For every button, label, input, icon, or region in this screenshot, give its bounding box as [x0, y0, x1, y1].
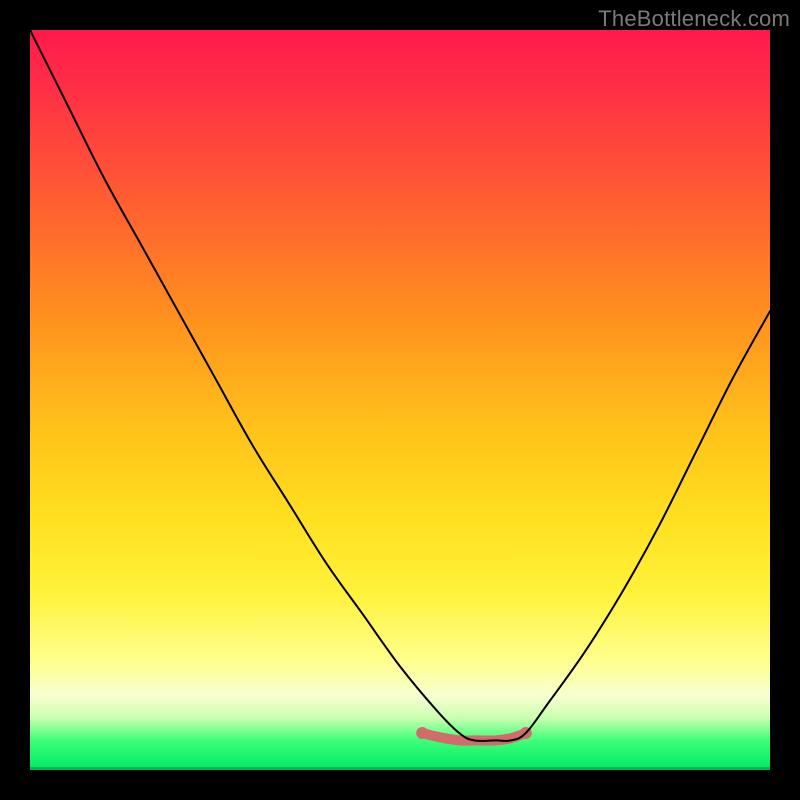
- plot-area: [30, 30, 770, 770]
- watermark-text: TheBottleneck.com: [598, 6, 790, 32]
- chart-frame: TheBottleneck.com: [0, 0, 800, 800]
- bottleneck-curve: [30, 30, 770, 741]
- plot-svg: [30, 30, 770, 770]
- trough-marker-dot-left: [416, 727, 428, 739]
